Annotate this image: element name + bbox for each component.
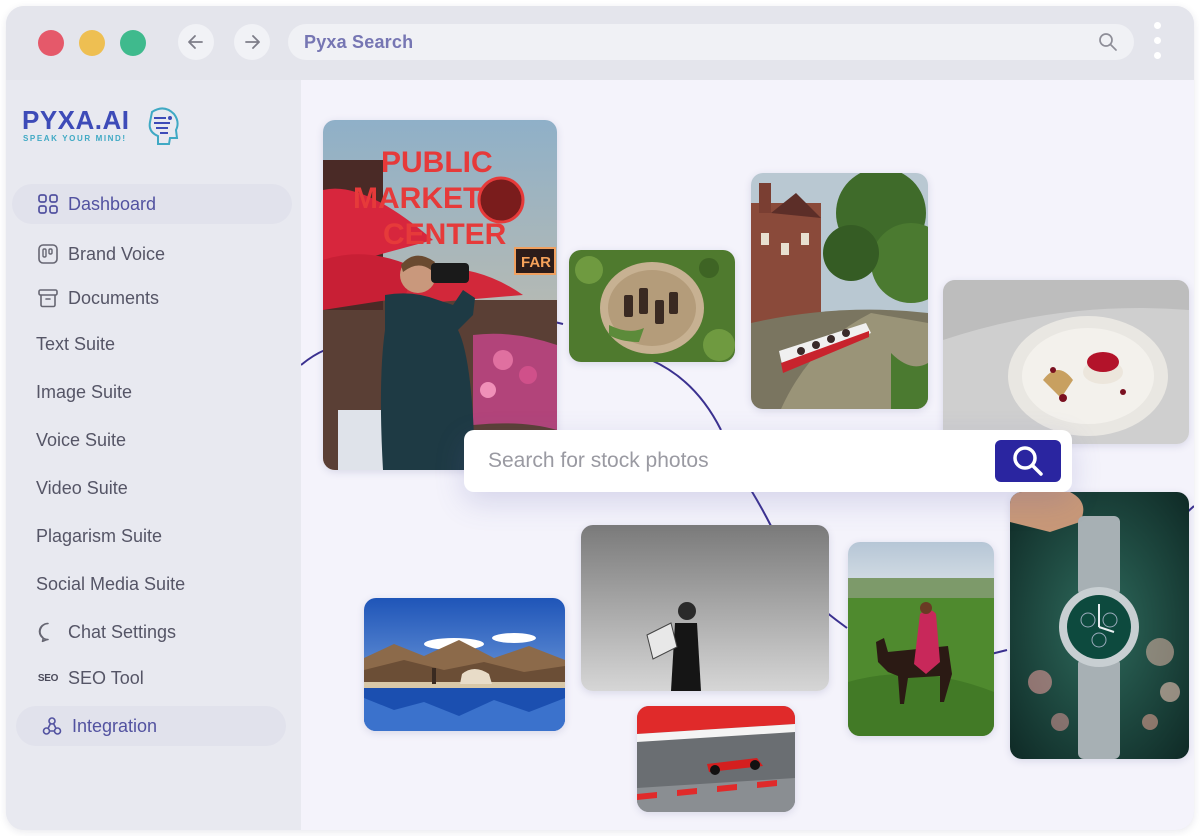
sidebar-item-voice-suite[interactable]: Voice Suite [12, 420, 292, 460]
stock-photo-search [464, 430, 1072, 492]
svg-text:CENTER: CENTER [383, 218, 507, 251]
sidebar-item-text-suite[interactable]: Text Suite [12, 324, 292, 364]
archive-icon [36, 286, 60, 310]
sidebar-item-image-suite[interactable]: Image Suite [12, 372, 292, 412]
minimize-window-button[interactable] [79, 30, 105, 56]
svg-text:MARKET: MARKET [353, 182, 481, 215]
sidebar-item-social-media-suite[interactable]: Social Media Suite [12, 564, 292, 604]
sidebar-item-label: Voice Suite [36, 429, 127, 450]
photo-public-market[interactable]: PUBLIC MARKET CENTER FAR [323, 120, 557, 470]
sidebar-item-brand-voice[interactable]: Brand Voice [12, 234, 292, 274]
photo-mountain-lake[interactable] [364, 598, 565, 731]
dessert-plate-image [943, 280, 1189, 444]
photo-horse-rider[interactable] [848, 542, 994, 736]
seo-icon: SEO [37, 672, 59, 684]
forward-button[interactable] [234, 24, 270, 60]
svg-text:PUBLIC: PUBLIC [381, 146, 493, 179]
photo-canal-boat[interactable] [751, 173, 928, 409]
public-market-image: PUBLIC MARKET CENTER FAR [323, 120, 557, 470]
photo-wristwatch[interactable] [1010, 492, 1189, 759]
search-icon [1013, 446, 1043, 476]
title-bar: Pyxa Search [6, 6, 1194, 80]
address-bar[interactable]: Pyxa Search [288, 24, 1134, 60]
canal-boat-image [751, 173, 928, 409]
mountain-lake-image [364, 598, 565, 731]
search-button[interactable] [995, 440, 1061, 482]
sidebar-item-integration[interactable]: Integration [16, 706, 286, 746]
search-input[interactable] [488, 441, 988, 481]
more-menu-icon[interactable] [1150, 22, 1164, 66]
arrow-left-icon [188, 35, 203, 49]
robot-head-icon [148, 107, 179, 145]
sidebar-item-label: Social Media Suite [36, 573, 186, 594]
sidebar-item-seo-tool[interactable]: SEO SEO Tool [12, 658, 292, 698]
back-button[interactable] [178, 24, 214, 60]
main-content: PUBLIC MARKET CENTER FAR [301, 80, 1194, 830]
sidebar-item-label: Video Suite [36, 477, 128, 498]
maximize-window-button[interactable] [120, 30, 146, 56]
photo-bw-portrait[interactable] [581, 525, 829, 691]
sidebar-item-dashboard[interactable]: Dashboard [12, 184, 292, 224]
close-window-button[interactable] [38, 30, 64, 56]
svg-text:FAR: FAR [521, 254, 551, 271]
brand-name: PYXA.AI [22, 105, 130, 135]
sidebar-item-label: Dashboard [68, 193, 157, 214]
search-icon[interactable] [1098, 32, 1118, 52]
sidebar-item-chat-settings[interactable]: Chat Settings [12, 612, 292, 652]
sidebar-item-label: Chat Settings [68, 621, 177, 642]
sidebar-item-label: Brand Voice [68, 243, 166, 264]
oil-bottles-image [569, 250, 735, 362]
sidebar: PYXA.AI SPEAK YOUR MIND! Dashboard Brand… [6, 80, 301, 830]
horse-rider-image [848, 542, 994, 736]
sidebar-item-label: Image Suite [36, 381, 133, 402]
sidebar-item-documents[interactable]: Documents [12, 278, 292, 318]
browser-window: Pyxa Search PYXA.AI SPEAK YOUR MIND! Das… [6, 6, 1194, 830]
sidebar-item-label: Documents [68, 287, 160, 308]
race-car-image [637, 706, 795, 812]
photo-race-car[interactable] [637, 706, 795, 812]
sidebar-item-label: Integration [72, 715, 158, 736]
brand-logo[interactable]: PYXA.AI SPEAK YOUR MIND! [22, 106, 192, 148]
bw-portrait-image [581, 525, 829, 691]
wristwatch-image [1010, 492, 1189, 759]
sidebar-item-label: Text Suite [36, 333, 116, 354]
sidebar-item-label: SEO Tool [68, 667, 144, 688]
address-text: Pyxa Search [304, 31, 414, 52]
brand-voice-icon [36, 242, 60, 266]
sidebar-item-plagarism-suite[interactable]: Plagarism Suite [12, 516, 292, 556]
chat-bubble-icon [36, 620, 60, 644]
arrow-right-icon [245, 35, 260, 49]
photo-dessert-plate[interactable] [943, 280, 1189, 444]
integration-icon [40, 714, 64, 738]
grid-icon [36, 192, 60, 216]
sidebar-item-video-suite[interactable]: Video Suite [12, 468, 292, 508]
brand-tagline: SPEAK YOUR MIND! [23, 134, 127, 143]
photo-oil-bottles[interactable] [569, 250, 735, 362]
sidebar-item-label: Plagarism Suite [36, 525, 163, 546]
